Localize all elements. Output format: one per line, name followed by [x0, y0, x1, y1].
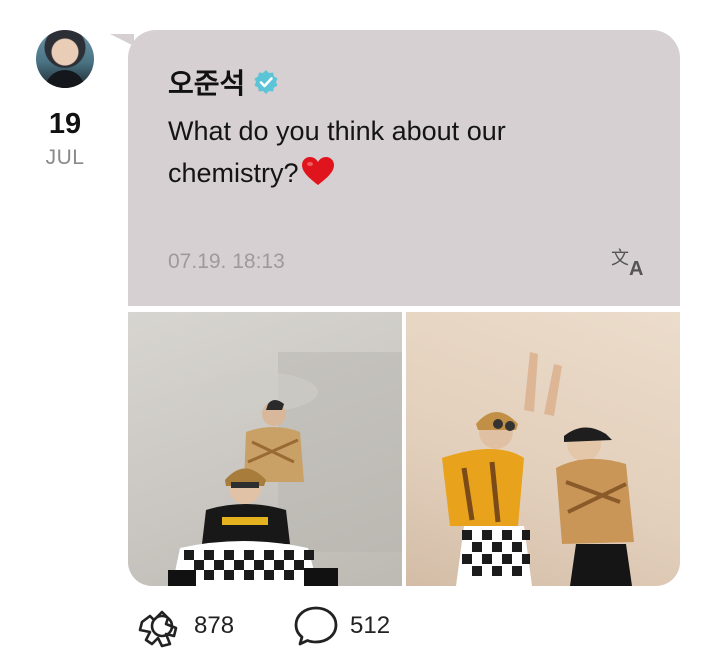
date-month: JUL: [45, 146, 85, 169]
heart-hand-icon: [138, 610, 178, 648]
like-count: 878: [194, 612, 235, 639]
heart-emoji-icon: [301, 157, 334, 185]
author-name: 오준석: [168, 68, 246, 99]
translate-icon[interactable]: 文 A: [609, 244, 651, 278]
action-bar: 878 512: [136, 604, 448, 648]
date-day: 19: [48, 108, 82, 140]
photo-left[interactable]: [128, 312, 402, 586]
comment-count: 512: [350, 612, 391, 639]
photo-right[interactable]: [406, 312, 680, 586]
comment-button[interactable]: 512: [292, 604, 390, 648]
like-button[interactable]: 878: [136, 604, 234, 648]
comment-bubble-icon: [294, 606, 338, 646]
message-body: What do you think about our chemistry?: [168, 116, 506, 188]
author-avatar[interactable]: [36, 30, 94, 88]
svg-text:文: 文: [611, 248, 629, 269]
post-timestamp: 07.19. 18:13: [168, 250, 285, 273]
svg-text:A: A: [629, 258, 643, 278]
author-row: 오준석: [168, 62, 279, 102]
verified-badge-icon: [254, 70, 278, 94]
message-text: What do you think about our chemistry?: [168, 110, 608, 194]
